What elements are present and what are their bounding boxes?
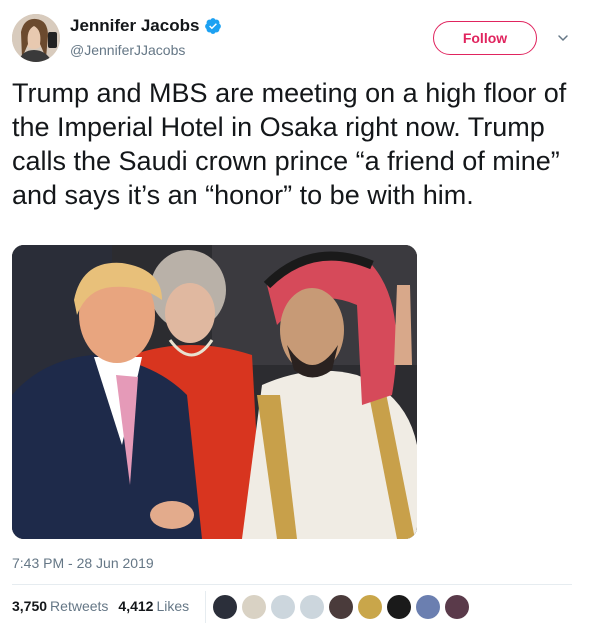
liker-avatar-9[interactable] [445, 595, 469, 619]
stats-divider [205, 591, 206, 623]
author-name[interactable]: Jennifer Jacobs [70, 16, 199, 36]
retweets-count[interactable]: 3,750 [12, 598, 47, 614]
chevron-down-icon[interactable] [557, 32, 569, 44]
liker-avatar-6[interactable] [358, 595, 382, 619]
liker-avatar-2[interactable] [242, 595, 266, 619]
follow-button[interactable]: Follow [433, 21, 537, 55]
likes-count[interactable]: 4,412 [118, 598, 153, 614]
liker-avatar-4[interactable] [300, 595, 324, 619]
tweet-timestamp[interactable]: 7:43 PM - 28 Jun 2019 [12, 555, 154, 571]
author-handle[interactable]: @JenniferJJacobs [70, 42, 185, 58]
avatar[interactable] [12, 14, 60, 62]
tweet-photo[interactable] [12, 245, 417, 539]
liker-avatar-7[interactable] [387, 595, 411, 619]
tweet-stats: 3,750 Retweets 4,412 Likes [12, 598, 199, 614]
likes-label[interactable]: Likes [156, 598, 189, 614]
divider-top [12, 584, 572, 585]
liker-avatar-1[interactable] [213, 595, 237, 619]
retweets-label[interactable]: Retweets [50, 598, 108, 614]
liker-avatar-5[interactable] [329, 595, 353, 619]
verified-badge-icon [205, 18, 222, 34]
liker-avatar-8[interactable] [416, 595, 440, 619]
avatar-image [12, 14, 60, 62]
liker-avatars [213, 595, 474, 619]
liker-avatar-3[interactable] [271, 595, 295, 619]
meeting-photo [12, 245, 417, 539]
tweet-text: Trump and MBS are meeting on a high floo… [12, 78, 567, 210]
